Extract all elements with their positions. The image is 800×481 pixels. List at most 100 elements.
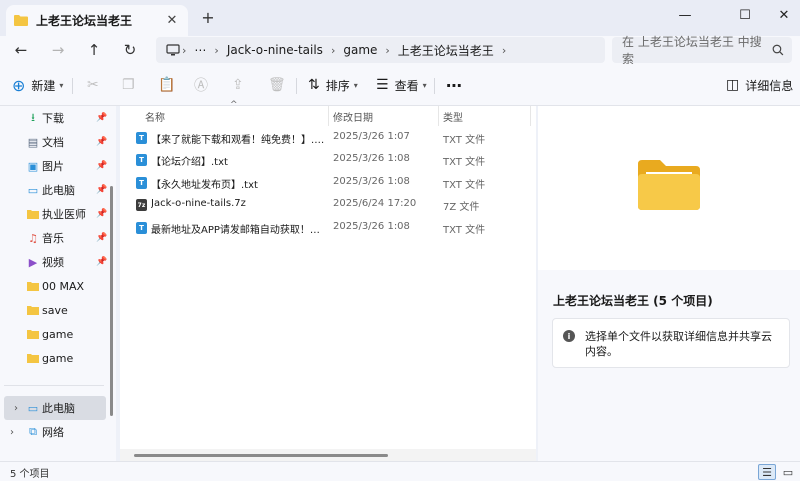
new-button[interactable]: ⊕ 新建 ▾ xyxy=(12,74,63,96)
view-icon: ☰ xyxy=(376,77,389,93)
list-view-icon: ☰ xyxy=(762,465,772,479)
status-bar: 5 个项目 ☰ ▭ xyxy=(0,461,800,481)
sidebar-scrollbar[interactable] xyxy=(110,186,113,416)
tab-current-folder[interactable]: 上老王论坛当老王 ✕ xyxy=(6,5,188,36)
delete-button[interactable]: 🗑 xyxy=(268,74,292,96)
sidebar-item-label: 视频 xyxy=(42,256,64,269)
pin-icon: 📌 xyxy=(96,137,108,147)
maximize-button[interactable]: ☐ xyxy=(722,0,768,30)
folder-icon xyxy=(27,306,39,315)
sort-ascending-icon: ^ xyxy=(230,100,238,110)
address-bar[interactable]: › ⋯ › Jack-o-nine-tails › game › 上老王论坛当老… xyxy=(156,37,605,63)
paste-button[interactable]: 📋 xyxy=(158,74,181,96)
up-button[interactable]: ↑ xyxy=(81,38,107,62)
folder-icon xyxy=(27,210,39,219)
horizontal-scrollbar[interactable] xyxy=(134,454,388,457)
breadcrumb-item[interactable]: game xyxy=(343,43,377,57)
sort-button[interactable]: ⇅ 排序 ▾ xyxy=(308,74,358,96)
txt-file-icon: T xyxy=(136,222,147,234)
file-type: TXT 文件 xyxy=(443,157,486,168)
column-header-date[interactable]: 修改日期 xyxy=(333,106,373,126)
file-name: 【来了就能下载和观看！纯免费！】.txt xyxy=(151,135,327,146)
column-divider[interactable] xyxy=(530,106,531,126)
sidebar-item-videos[interactable]: ▶ 视频 📌 xyxy=(0,250,110,274)
pc-icon: ▭ xyxy=(27,401,39,415)
file-date: 2025/3/26 1:07 xyxy=(333,131,410,142)
search-placeholder: 在 上老王论坛当老王 中搜索 xyxy=(622,35,762,66)
download-icon: ⭳ xyxy=(31,110,35,124)
pc-icon: ▭ xyxy=(27,183,39,197)
sidebar-item-folder[interactable]: 执业医师 📌 xyxy=(0,202,110,226)
sidebar-item-folder[interactable]: 00 MAX xyxy=(0,274,110,298)
details-pane-label: 详细信息 xyxy=(745,78,794,93)
refresh-button[interactable]: ↻ xyxy=(117,38,143,62)
search-icon xyxy=(772,44,784,56)
file-row[interactable]: T 【论坛介绍】.txt 2025/3/26 1:08 TXT 文件 xyxy=(120,149,536,171)
pictures-icon: ▣ xyxy=(27,159,39,173)
sidebar-item-this-pc[interactable]: ▭ 此电脑 📌 xyxy=(0,178,110,202)
txt-file-icon: T xyxy=(136,132,147,144)
sidebar-item-documents[interactable]: ▤ 文档 📌 xyxy=(0,130,110,154)
tab-close-icon[interactable]: ✕ xyxy=(164,13,180,28)
rename-icon: Ⓐ xyxy=(194,78,208,94)
sidebar-item-pictures[interactable]: ▣ 图片 📌 xyxy=(0,154,110,178)
sidebar-item-folder[interactable]: game xyxy=(0,346,110,370)
file-date: 2025/3/26 1:08 xyxy=(333,221,410,232)
breadcrumb-item[interactable]: 上老王论坛当老王 xyxy=(398,42,494,59)
file-row[interactable]: T 【来了就能下载和观看！纯免费！】.txt 2025/3/26 1:07 TX… xyxy=(120,127,536,149)
file-row[interactable]: T 【永久地址发布页】.txt 2025/3/26 1:08 TXT 文件 xyxy=(120,172,536,194)
column-divider[interactable] xyxy=(328,106,329,126)
details-view-button[interactable]: ☰ xyxy=(758,464,776,480)
sidebar-item-label: 下载 xyxy=(42,112,64,125)
navigation-pane: ⭳ 下载 📌 ▤ 文档 📌 ▣ 图片 📌 ▭ 此电脑 📌 执业医师 📌 ♫ 音乐… xyxy=(0,106,116,461)
minimize-button[interactable]: — xyxy=(662,0,708,30)
sidebar-item-label: 执业医师 xyxy=(42,208,86,221)
new-tab-button[interactable]: + xyxy=(199,9,217,27)
navigation-bar: ← → ↑ ↻ › ⋯ › Jack-o-nine-tails › game ›… xyxy=(0,35,800,66)
chevron-down-icon: ▾ xyxy=(59,80,64,90)
cut-button[interactable]: ✂ xyxy=(87,74,105,96)
file-row[interactable]: T 最新地址及APP请发邮箱自动获取！！！... 2025/3/26 1:08 … xyxy=(120,217,536,239)
copy-icon: ❐ xyxy=(122,77,135,93)
rename-button[interactable]: Ⓐ xyxy=(194,74,214,96)
file-date: 2025/3/26 1:08 xyxy=(333,153,410,164)
view-button[interactable]: ☰ 查看 ▾ xyxy=(376,74,427,96)
sidebar-item-label: 网络 xyxy=(42,426,64,439)
tiles-view-button[interactable]: ▭ xyxy=(779,464,797,480)
search-input[interactable]: 在 上老王论坛当老王 中搜索 xyxy=(612,35,792,66)
close-window-button[interactable]: ✕ xyxy=(768,0,800,30)
share-button[interactable]: ⇪ xyxy=(232,74,250,96)
details-pane: 上老王论坛当老王 (5 个项目) i 选择单个文件以获取详细信息并共享云内容。 xyxy=(538,106,800,461)
column-header-name[interactable]: 名称 xyxy=(145,106,165,126)
breadcrumb-item[interactable]: Jack-o-nine-tails xyxy=(227,43,323,57)
back-button[interactable]: ← xyxy=(8,38,34,62)
chevron-right-icon: › xyxy=(214,43,219,57)
sort-button-label: 排序 xyxy=(325,78,350,93)
folder-icon xyxy=(14,15,28,26)
sidebar-tree-this-pc[interactable]: › ▭ 此电脑 xyxy=(4,396,106,420)
forward-button[interactable]: → xyxy=(45,38,71,62)
more-options-button[interactable]: ⋯ xyxy=(446,74,462,96)
sidebar-item-music[interactable]: ♫ 音乐 📌 xyxy=(0,226,110,250)
divider xyxy=(296,78,297,94)
sidebar-item-folder[interactable]: game xyxy=(0,322,110,346)
chevron-right-icon: › xyxy=(501,43,507,57)
sidebar-tree-network[interactable]: › ⧉ 网络 xyxy=(0,420,110,444)
copy-button[interactable]: ❐ xyxy=(122,74,141,96)
sidebar-item-label: 图片 xyxy=(42,160,64,173)
breadcrumb-overflow[interactable]: ⋯ xyxy=(194,43,206,57)
pin-icon: 📌 xyxy=(96,161,108,171)
sidebar-item-downloads[interactable]: ⭳ 下载 📌 xyxy=(0,106,110,130)
video-icon: ▶ xyxy=(28,255,38,269)
column-header-type[interactable]: 类型 xyxy=(443,106,463,126)
file-name: 【论坛介绍】.txt xyxy=(151,157,228,168)
network-icon: ⧉ xyxy=(29,425,37,438)
file-row[interactable]: 7z Jack-o-nine-tails.7z 2025/6/24 17:20 … xyxy=(120,194,536,216)
sidebar-item-label: 00 MAX xyxy=(42,279,85,293)
folder-icon xyxy=(27,330,39,339)
divider xyxy=(72,78,73,94)
column-divider[interactable] xyxy=(438,106,439,126)
sidebar-item-folder[interactable]: save xyxy=(0,298,110,322)
share-icon: ⇪ xyxy=(232,77,244,93)
details-pane-button[interactable]: ◫ 详细信息 xyxy=(726,74,793,96)
